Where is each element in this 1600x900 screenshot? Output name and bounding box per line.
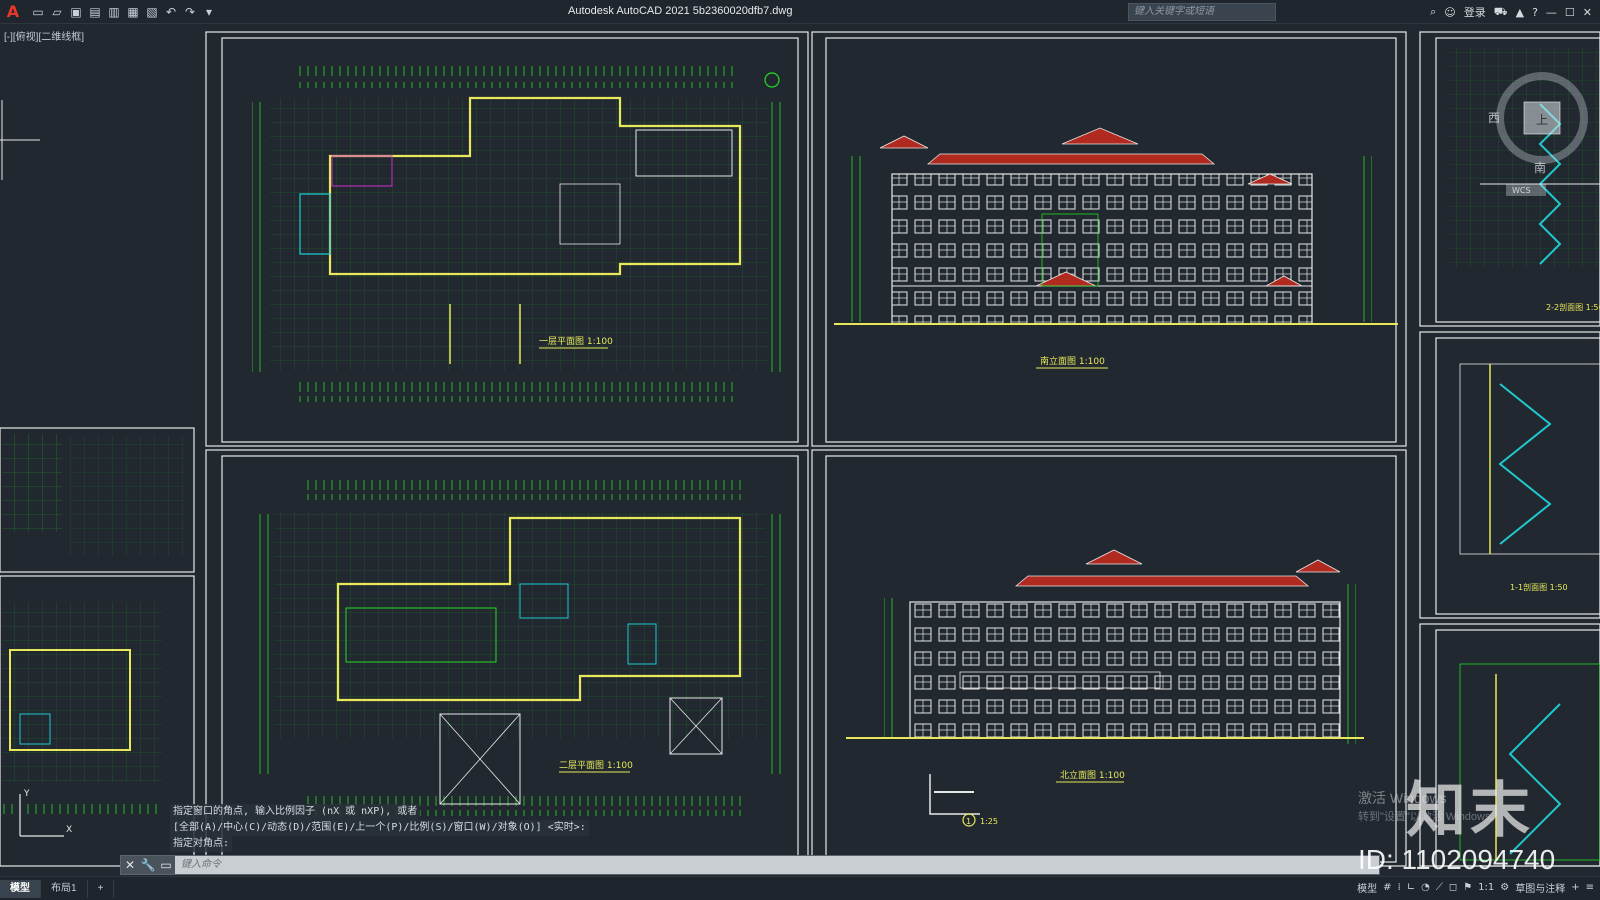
viewcube-south[interactable]: 南 <box>1534 160 1546 175</box>
window-title: Autodesk AutoCAD 2021 5b2360020dfb7.dwg <box>568 5 793 17</box>
help-icon[interactable]: ? <box>1532 6 1538 19</box>
recent-commands-icon[interactable]: ▭ <box>157 856 175 874</box>
plan2-title: 二层平面图 1:100 <box>559 760 633 771</box>
customize-wrench-icon[interactable]: 🔧 <box>139 856 157 874</box>
svg-text:X: X <box>66 825 72 835</box>
polar-icon[interactable]: ◔ <box>1421 882 1430 893</box>
gear-icon[interactable]: ⚙ <box>1500 882 1509 893</box>
isodraft-icon[interactable]: ⟋ <box>1436 882 1443 893</box>
tab-layout1[interactable]: 布局1 <box>41 879 88 898</box>
osnap-icon[interactable]: ◻ <box>1449 882 1457 893</box>
plan1-title: 一层平面图 1:100 <box>539 336 613 347</box>
title-bar: A ▭ ▱ ▣ ▤ ▥ ▦ ▧ ↶ ↷ ▾ Autodesk AutoCAD 2… <box>0 0 1600 24</box>
add-layout-button[interactable]: + <box>88 879 115 898</box>
left-detail-sheet <box>2 434 186 556</box>
close-command-icon[interactable]: ✕ <box>121 856 139 874</box>
user-icon[interactable]: ☺ <box>1444 6 1455 19</box>
viewcube[interactable]: 上 西 南 WCS <box>1486 66 1600 198</box>
floor-plan-2: 二层平面图 1:100 <box>258 480 782 816</box>
annotation-scale[interactable]: 1:1 <box>1478 882 1494 893</box>
svg-text:Y: Y <box>23 789 30 799</box>
maximize-icon[interactable]: ☐ <box>1565 6 1575 19</box>
print-icon[interactable]: ▧ <box>144 4 160 20</box>
command-history-line: [全部(A)/中心(C)/动态(D)/范围(E)/上一个(P)/比例(S)/窗口… <box>170 820 589 836</box>
account-icon[interactable]: ▲ <box>1516 6 1524 19</box>
publish-icon[interactable]: ▥ <box>106 4 122 20</box>
site-logo-watermark: 知末 <box>1406 777 1534 844</box>
snap-icon[interactable]: ⁞ <box>1398 882 1401 893</box>
model-space-button[interactable]: 模型 <box>1357 880 1377 895</box>
redo-icon[interactable]: ↷ <box>182 4 198 20</box>
image-id-watermark: ID: 1102094740 <box>1358 844 1556 875</box>
autocad-app-menu-icon[interactable]: A <box>2 2 24 22</box>
title-bar-right: ⌕ ☺ 登录 ⛟ ▲ ? — ☐ ✕ <box>1430 0 1600 24</box>
plus-icon[interactable]: + <box>1571 882 1579 893</box>
quick-access-toolbar: ▭ ▱ ▣ ▤ ▥ ▦ ▧ ↶ ↷ ▾ <box>30 4 217 20</box>
login-link[interactable]: 登录 <box>1464 4 1486 20</box>
saveas-icon[interactable]: ▤ <box>87 4 103 20</box>
command-history-line: 指定对角点: <box>170 836 233 852</box>
drawing-canvas[interactable]: 一层平面图 1:100 二层平面图 1:100 南立面图 1:100 北立面图 … <box>0 24 1600 880</box>
customize-icon[interactable]: ≡ <box>1586 882 1594 893</box>
close-icon[interactable]: ✕ <box>1583 6 1592 19</box>
command-input[interactable]: 键入命令 <box>175 856 1379 874</box>
command-line: ✕ 🔧 ▭ 键入命令 <box>120 855 1380 875</box>
minimize-icon[interactable]: — <box>1546 6 1557 19</box>
detail-number: 1 <box>966 817 971 826</box>
plot-icon[interactable]: ▦ <box>125 4 141 20</box>
tab-model[interactable]: 模型 <box>0 879 41 898</box>
cart-icon[interactable]: ⛟ <box>1494 5 1508 20</box>
south-elevation: 南立面图 1:100 <box>834 127 1398 369</box>
viewcube-west[interactable]: 西 <box>1488 111 1500 125</box>
undo-icon[interactable]: ↶ <box>163 4 179 20</box>
search-input[interactable]: 键入关键字或短语 <box>1128 3 1276 21</box>
ortho-icon[interactable]: ∟ <box>1407 882 1415 893</box>
command-history: 指定窗口的角点, 输入比例因子 (nX 或 nXP), 或者 [全部(A)/中心… <box>170 804 670 852</box>
section-1-1: 1-1剖面图 1:50 <box>1459 363 1600 592</box>
detail-scale: 1:25 <box>980 817 998 826</box>
status-tools: 模型 # ⁞ ∟ ◔ ⟋ ◻ ⚑ 1:1 ⚙ 草图与注释 + ≡ <box>1357 880 1594 895</box>
grid-icon[interactable]: # <box>1383 882 1391 893</box>
viewcube-top-face[interactable]: 上 <box>1536 113 1548 127</box>
south-elevation-title: 南立面图 1:100 <box>1040 355 1105 367</box>
new-icon[interactable]: ▭ <box>30 4 46 20</box>
open-icon[interactable]: ▱ <box>49 4 65 20</box>
section-2-2-title: 2-2剖面图 1:50 <box>1546 302 1600 312</box>
status-bar: 模型 布局1 + 模型 # ⁞ ∟ ◔ ⟋ ◻ ⚑ 1:1 ⚙ 草图与注释 + … <box>0 876 1600 900</box>
more-icon[interactable]: ▾ <box>201 4 217 20</box>
wcs-menu[interactable]: WCS <box>1512 186 1531 195</box>
binoculars-icon[interactable]: ⌕ <box>1430 5 1436 19</box>
crosshair-cursor <box>0 100 40 180</box>
workspace-switch[interactable]: 草图与注释 <box>1515 880 1565 895</box>
save-icon[interactable]: ▣ <box>68 4 84 20</box>
north-elevation: 北立面图 1:100 1 1:25 <box>846 549 1364 827</box>
floor-plan-1: 一层平面图 1:100 <box>252 66 782 402</box>
annotation-icon[interactable]: ⚑ <box>1463 882 1472 893</box>
command-history-line: 指定窗口的角点, 输入比例因子 (nX 或 nXP), 或者 <box>170 804 421 820</box>
section-1-1-title: 1-1剖面图 1:50 <box>1510 582 1568 592</box>
north-elevation-title: 北立面图 1:100 <box>1060 769 1125 781</box>
left-plan-fragment <box>2 602 162 814</box>
